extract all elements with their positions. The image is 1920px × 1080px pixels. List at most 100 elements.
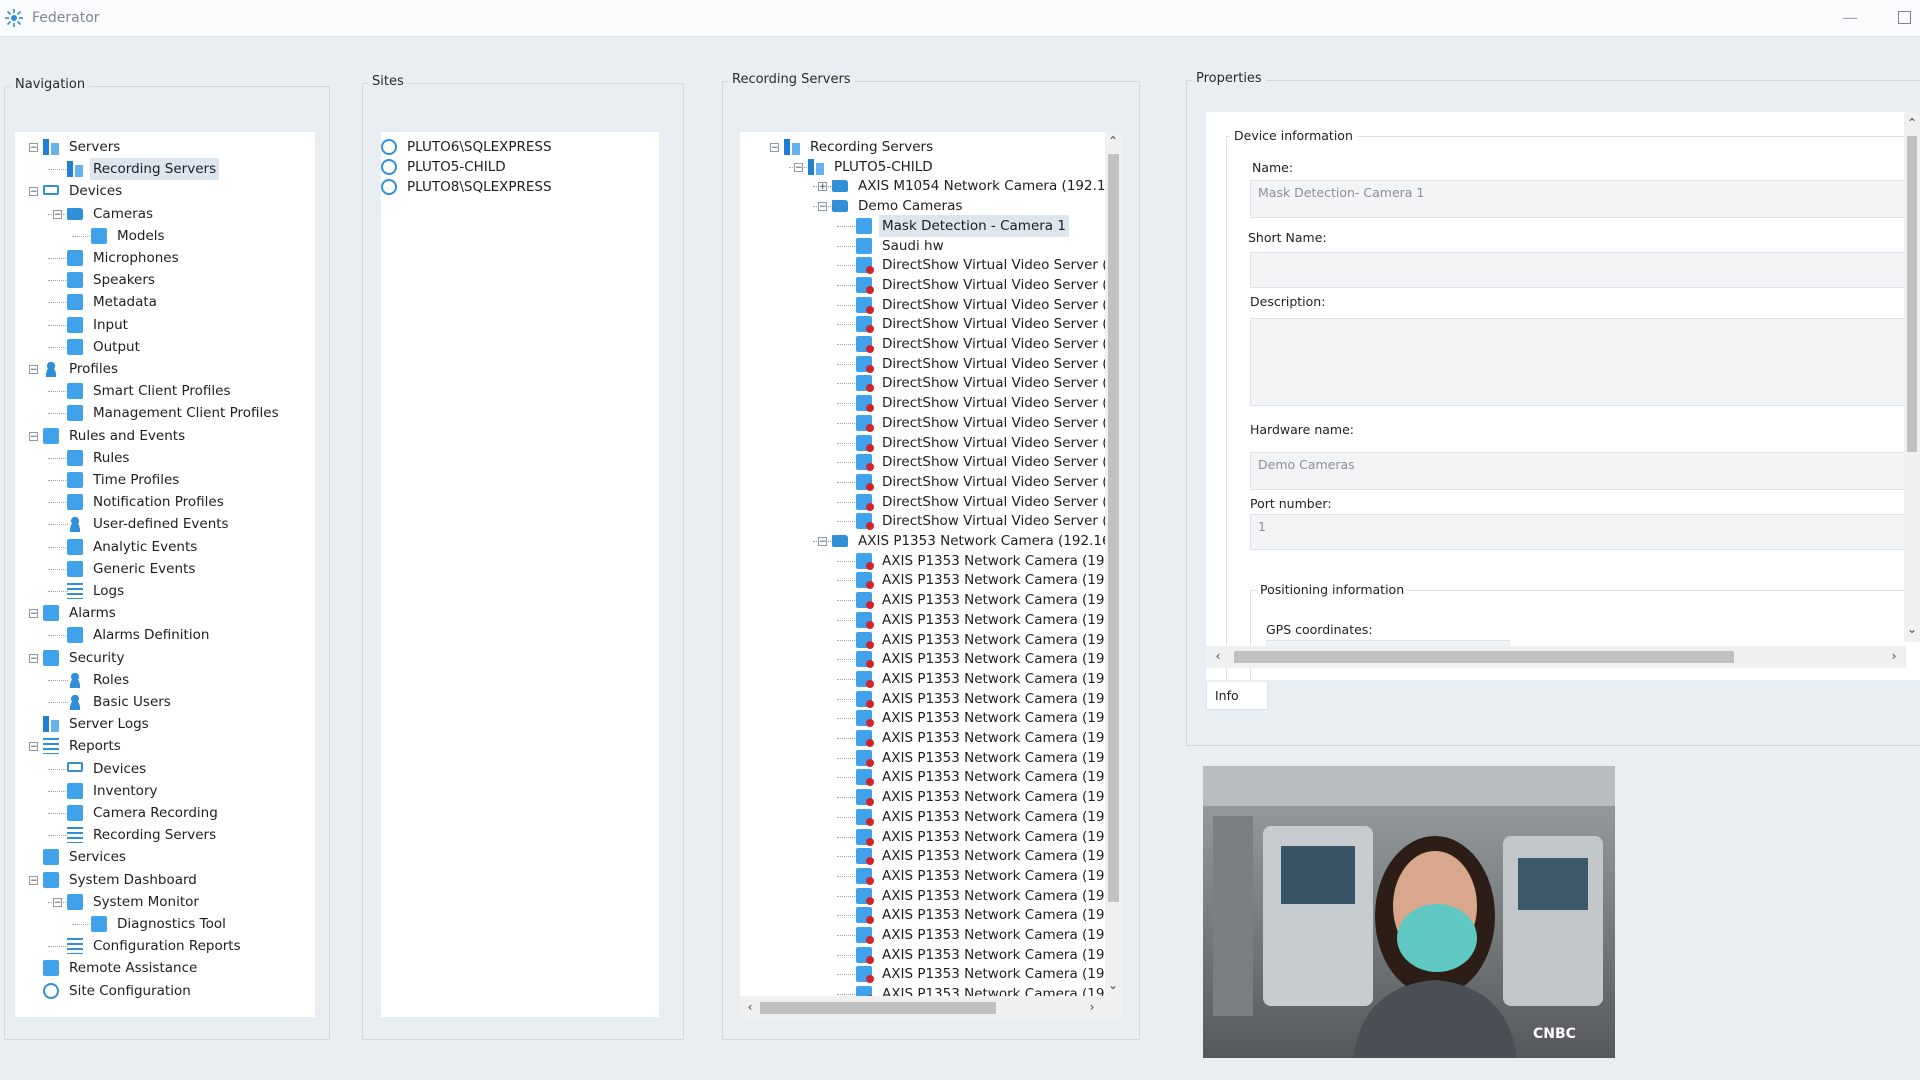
tree-item[interactable]: AXIS P1353 Network Camera (192.168.1( <box>856 589 1106 611</box>
properties-horizontal-scrollbar[interactable]: ‹ › <box>1206 646 1906 668</box>
tree-item[interactable]: AXIS P1353 Network Camera (192.168.1( <box>856 609 1106 631</box>
tree-item[interactable]: AXIS P1353 Network Camera (192.168.1( <box>856 845 1106 867</box>
tree-item[interactable]: AXIS P1353 Network Camera (192.168.1( <box>856 983 1106 996</box>
recording-servers-horizontal-scrollbar[interactable]: ‹ › <box>740 996 1122 1020</box>
tree-item[interactable]: DirectShow Virtual Video Server (0.0.0.1… <box>856 254 1106 276</box>
name-field[interactable]: Mask Detection- Camera 1 <box>1250 180 1920 218</box>
tree-item[interactable]: AXIS P1353 Network Camera (192.168.1( <box>856 629 1106 651</box>
collapse-icon[interactable]: − <box>53 209 62 219</box>
tree-item[interactable]: Inventory <box>67 780 160 802</box>
scroll-right-icon[interactable]: › <box>1084 1000 1100 1014</box>
tree-item[interactable]: Devices <box>43 180 125 202</box>
collapse-icon[interactable]: − <box>29 365 38 375</box>
tree-item[interactable]: DirectShow Virtual Video Server (0.0.0.1… <box>856 353 1106 375</box>
tree-item[interactable]: Alarms <box>43 602 119 624</box>
tree-item[interactable]: Input <box>67 314 131 336</box>
navigation-tree[interactable]: − Servers Recording Servers − Devices − Camera… <box>15 132 315 1017</box>
scroll-left-icon[interactable]: ‹ <box>742 1000 758 1014</box>
scroll-right-icon[interactable]: › <box>1886 649 1902 663</box>
tree-item[interactable]: Devices <box>67 758 149 780</box>
tree-item[interactable]: DirectShow Virtual Video Server (0.0.0.1… <box>856 313 1106 335</box>
collapse-icon[interactable]: − <box>29 431 38 441</box>
recording-servers-tree[interactable]: − Recording Servers − PLUTO5-CHILD + AXIS M10… <box>740 132 1106 996</box>
tree-item[interactable]: DirectShow Virtual Video Server (0.0.0.1… <box>856 491 1106 513</box>
tree-item[interactable]: DirectShow Virtual Video Server (0.0.0.1… <box>856 412 1106 434</box>
tree-item[interactable]: Rules and Events <box>43 425 188 447</box>
tree-item[interactable]: AXIS P1353 Network Camera (192.168.1( <box>856 648 1106 670</box>
tree-item[interactable]: Diagnostics Tool <box>91 913 229 935</box>
tree-item[interactable]: AXIS P1353 Network Camera (192.168.1( <box>856 727 1106 749</box>
tree-item[interactable]: Analytic Events <box>67 536 200 558</box>
scroll-up-icon[interactable]: ⌃ <box>1105 134 1121 148</box>
tree-item[interactable]: AXIS P1353 Network Camera (192.168.1( <box>856 786 1106 808</box>
collapse-icon[interactable]: − <box>818 202 827 212</box>
tree-item[interactable]: Profiles <box>43 358 121 380</box>
tree-item[interactable]: DirectShow Virtual Video Server (0.0.0.1… <box>856 274 1106 296</box>
tree-item[interactable]: Saudi hw <box>856 235 947 257</box>
hardware-name-field[interactable]: Demo Cameras <box>1250 452 1920 490</box>
tree-item[interactable]: AXIS P1353 Network Camera (192.168.1( <box>856 885 1106 907</box>
tree-item[interactable]: DirectShow Virtual Video Server (0.0.0.1… <box>856 432 1106 454</box>
maximize-button[interactable] <box>1884 4 1920 30</box>
collapse-icon[interactable]: − <box>770 143 779 153</box>
tree-item[interactable]: Server Logs <box>43 713 152 735</box>
collapse-icon[interactable]: − <box>29 653 38 663</box>
tree-item[interactable]: Demo Cameras <box>832 195 965 217</box>
tree-item[interactable]: DirectShow Virtual Video Server (0.0.0.1… <box>856 392 1106 414</box>
tree-item[interactable]: AXIS M1054 Network Camera (192.168.100.1 <box>832 175 1106 197</box>
tree-item[interactable]: System Dashboard <box>43 869 200 891</box>
port-number-field[interactable]: 1 <box>1250 514 1920 550</box>
tab-info[interactable]: Info <box>1206 682 1268 710</box>
tree-item[interactable]: Camera Recording <box>67 802 221 824</box>
tree-item[interactable]: Smart Client Profiles <box>67 380 234 402</box>
collapse-icon[interactable]: − <box>29 875 38 885</box>
tree-item[interactable]: DirectShow Virtual Video Server (0.0.0.1… <box>856 294 1106 316</box>
tree-item[interactable]: AXIS P1353 Network Camera (192.168.1( <box>856 668 1106 690</box>
tree-item[interactable]: Reports <box>43 735 124 757</box>
tree-item[interactable]: Security <box>43 647 127 669</box>
collapse-icon[interactable]: − <box>29 187 38 197</box>
tree-item[interactable]: AXIS P1353 Network Camera (192.168.1( <box>856 707 1106 729</box>
short-name-field[interactable] <box>1250 252 1920 288</box>
tree-item[interactable]: Recording Servers <box>67 158 220 181</box>
tree-item[interactable]: AXIS P1353 Network Camera (192.168.1( <box>856 963 1106 985</box>
expand-icon[interactable]: + <box>818 182 827 192</box>
tree-item[interactable]: AXIS P1353 Network Camera (192.168.1( <box>856 806 1106 828</box>
tree-item[interactable]: User-defined Events <box>67 513 232 535</box>
tree-item[interactable]: AXIS P1353 Network Camera (192.168.1( <box>856 944 1106 966</box>
tree-item[interactable]: Logs <box>67 580 127 602</box>
collapse-icon[interactable]: − <box>29 742 38 752</box>
tree-item[interactable]: AXIS P1353 Network Camera (192.168.1( <box>856 766 1106 788</box>
properties-vertical-scrollbar[interactable]: ⌃ ⌄ <box>1904 112 1920 642</box>
scroll-up-icon[interactable]: ⌃ <box>1904 116 1920 130</box>
scroll-left-icon[interactable]: ‹ <box>1210 649 1226 663</box>
tree-item[interactable]: Models <box>91 225 168 247</box>
tree-item[interactable]: DirectShow Virtual Video Server (0.0.0.1… <box>856 471 1106 493</box>
tree-item[interactable]: Time Profiles <box>67 469 182 491</box>
tree-item[interactable]: AXIS P1353 Network Camera (192.168.100.4 <box>832 530 1106 552</box>
collapse-icon[interactable]: − <box>53 897 62 907</box>
minimize-button[interactable]: — <box>1830 4 1870 30</box>
tree-item[interactable]: Configuration Reports <box>67 935 244 957</box>
tree-item[interactable]: Recording Servers <box>67 824 219 846</box>
tree-item[interactable]: Remote Assistance <box>43 957 200 979</box>
recording-servers-vertical-scrollbar[interactable]: ⌃ ⌄ <box>1105 132 1122 996</box>
tree-item[interactable]: AXIS P1353 Network Camera (192.168.1( <box>856 865 1106 887</box>
tree-item[interactable]: PLUTO6\SQLEXPRESS <box>381 136 555 158</box>
tree-item[interactable]: PLUTO5-CHILD <box>381 156 509 178</box>
tree-item[interactable]: Recording Servers <box>784 136 936 158</box>
tree-item[interactable]: Services <box>43 846 129 868</box>
tree-item[interactable]: AXIS P1353 Network Camera (192.168.1( <box>856 569 1106 591</box>
tree-item[interactable]: System Monitor <box>67 891 202 913</box>
tree-item[interactable]: Rules <box>67 447 132 469</box>
scroll-thumb[interactable] <box>760 1002 996 1014</box>
tree-item[interactable]: Alarms Definition <box>67 624 212 646</box>
scroll-thumb[interactable] <box>1907 136 1917 452</box>
tree-item[interactable]: Cameras <box>67 203 156 225</box>
tree-item[interactable]: DirectShow Virtual Video Server (0.0.0.1… <box>856 333 1106 355</box>
collapse-icon[interactable]: − <box>794 162 803 172</box>
tree-item[interactable]: Metadata <box>67 291 160 313</box>
tree-item[interactable]: DirectShow Virtual Video Server (0.0.0.1… <box>856 451 1106 473</box>
tree-item[interactable]: AXIS P1353 Network Camera (192.168.1( <box>856 904 1106 926</box>
tree-item[interactable]: AXIS P1353 Network Camera (192.168.1( <box>856 924 1106 946</box>
